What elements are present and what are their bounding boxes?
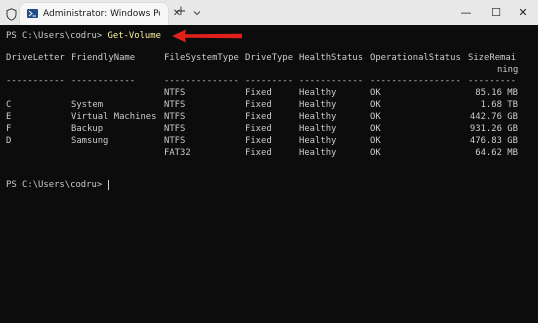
final-prompt-line: PS C:\Users\codru>	[6, 180, 108, 191]
terminal-output[interactable]: PS C:\Users\codru> Get-Volume DriveLette…	[0, 25, 538, 323]
separator-drive-letter: -----------	[6, 76, 65, 86]
drive-letter: C	[6, 100, 12, 110]
drive-type: Fixed	[245, 124, 272, 134]
size-remaining: 85.16 MB	[475, 88, 518, 98]
red-arrow-annotation	[172, 29, 242, 43]
size-remaining: 931.26 GB	[469, 124, 518, 134]
file-system-type: NTFS	[164, 88, 186, 98]
size-remaining: 1.68 TB	[480, 100, 518, 110]
file-system-type: NTFS	[164, 124, 186, 134]
separator-file-system-type: --------------	[164, 76, 239, 86]
final-prompt-text: PS C:\Users\codru>	[6, 180, 108, 190]
health-status: Healthy	[299, 88, 337, 98]
new-tab-button[interactable]: +	[174, 4, 188, 20]
friendly-name: Virtual Machines	[71, 112, 157, 122]
file-system-type: FAT32	[164, 148, 191, 158]
tab-powershell[interactable]: Administrator: Windows PowerShell ✕	[20, 3, 181, 25]
friendly-name: Samsung	[71, 136, 109, 146]
drive-type: Fixed	[245, 100, 272, 110]
file-system-type: NTFS	[164, 100, 186, 110]
drive-letter: D	[6, 136, 12, 146]
health-status: Healthy	[299, 136, 337, 146]
maximize-button[interactable]: ☐	[484, 0, 508, 25]
friendly-name: System	[71, 100, 104, 110]
size-remaining: 64.62 MB	[475, 148, 518, 158]
header-drive-type: DriveType	[245, 53, 294, 63]
drive-type: Fixed	[245, 88, 272, 98]
size-remaining: 476.83 GB	[469, 136, 518, 146]
close-button[interactable]: ✕	[511, 0, 535, 25]
minimize-button[interactable]: —	[454, 0, 478, 25]
prompt-line: PS C:\Users\codru> Get-Volume	[6, 31, 161, 42]
title-bar[interactable]: Administrator: Windows PowerShell ✕ + — …	[0, 0, 538, 25]
chevron-down-icon[interactable]	[191, 5, 203, 19]
tab-title: Administrator: Windows PowerShell	[43, 9, 160, 19]
header-health-status: HealthStatus	[299, 53, 364, 63]
separator-drive-type: ---------	[245, 76, 294, 86]
operational-status: OK	[370, 124, 381, 134]
operational-status: OK	[370, 88, 381, 98]
command-text: Get-Volume	[107, 31, 161, 41]
file-system-type: NTFS	[164, 112, 186, 122]
separator-friendly-name: ------------	[71, 76, 136, 86]
drive-letter: F	[6, 124, 12, 134]
friendly-name: Backup	[71, 124, 104, 134]
health-status: Healthy	[299, 124, 337, 134]
health-status: Healthy	[299, 112, 337, 122]
header-operational-status: OperationalStatus	[370, 53, 461, 63]
separator-size-remaining: ---------	[468, 76, 517, 86]
file-system-type: NTFS	[164, 136, 186, 146]
powershell-icon	[27, 9, 38, 18]
shield-icon	[6, 6, 17, 21]
operational-status: OK	[370, 100, 381, 110]
header-file-system-type: FileSystemType	[164, 53, 239, 63]
terminal-window: Administrator: Windows PowerShell ✕ + — …	[0, 0, 538, 323]
prompt-text: PS C:\Users\codru>	[6, 31, 108, 41]
header-drive-letter: DriveLetter	[6, 53, 65, 63]
drive-type: Fixed	[245, 136, 272, 146]
header-friendly-name: FriendlyName	[71, 53, 136, 63]
operational-status: OK	[370, 112, 381, 122]
separator-health-status: ------------	[299, 76, 364, 86]
text-cursor	[108, 180, 109, 190]
drive-type: Fixed	[245, 112, 272, 122]
separator-operational-status: -----------------	[370, 76, 461, 86]
drive-type: Fixed	[245, 148, 272, 158]
size-remaining: 442.76 GB	[469, 112, 518, 122]
health-status: Healthy	[299, 100, 337, 110]
health-status: Healthy	[299, 148, 337, 158]
drive-letter: E	[6, 112, 12, 122]
header-size-remaining-2: ning	[497, 65, 519, 75]
operational-status: OK	[370, 136, 381, 146]
operational-status: OK	[370, 148, 381, 158]
header-size-remaining-1: SizeRemai	[468, 53, 517, 63]
